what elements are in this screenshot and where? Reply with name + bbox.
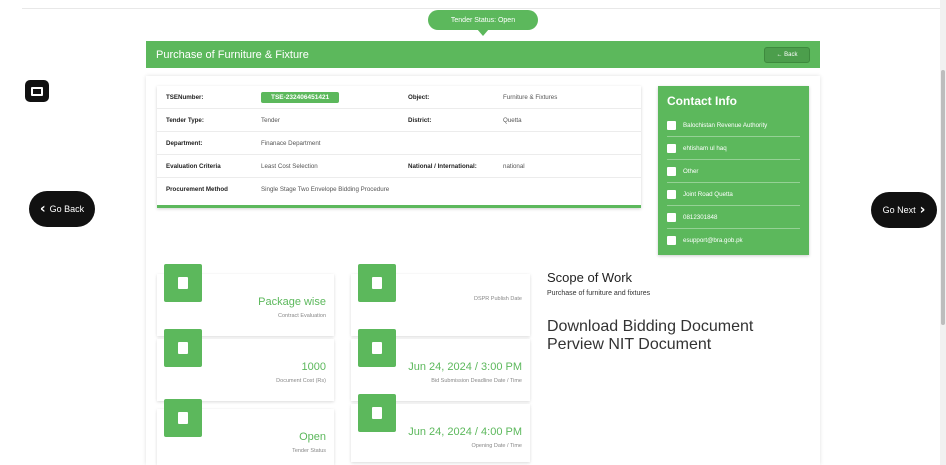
procurement-method-value: Single Stage Two Envelope Bidding Proced…	[261, 186, 390, 193]
preview-nit-document-link[interactable]: Perview NIT Document	[547, 336, 810, 354]
bid-deadline-value: Jun 24, 2024 / 3:00 PM	[408, 361, 522, 373]
dspr-publish-label: DSPR Publish Date	[474, 296, 522, 302]
person-icon	[667, 143, 676, 153]
national-international-label: National / International:	[408, 162, 477, 170]
chevron-right-icon: ›	[919, 202, 926, 218]
tse-number-cell: TSE-232406451421	[253, 91, 399, 103]
contact-email[interactable]: esupport@bra.gob.pk	[683, 237, 743, 244]
calculator-icon[interactable]	[25, 80, 49, 102]
bid-deadline-card: Jun 24, 2024 / 3:00 PM Bid Submission De…	[351, 329, 530, 401]
national-international-value: national	[503, 162, 525, 170]
table-row: Tender Type: Tender District: Quetta	[157, 109, 641, 132]
scope-title: Scope of Work	[547, 270, 633, 285]
opening-date-card: Jun 24, 2024 / 4:00 PM Opening Date / Ti…	[351, 394, 530, 462]
tender-status-value: Open	[299, 431, 326, 443]
preview-nit-document-label: Perview NIT Document	[547, 336, 712, 353]
go-back-button[interactable]: ‹ Go Back	[29, 191, 95, 227]
page-title: Purchase of Furniture & Fixture	[156, 48, 309, 61]
contact-phone: 0812301848	[683, 213, 718, 221]
document-links: Download Bidding Document Perview NIT Do…	[547, 318, 810, 354]
evaluation-criteria-value: Least Cost Selection	[261, 162, 318, 170]
calendar-icon	[358, 329, 396, 367]
district-label: District:	[408, 116, 432, 124]
table-row: Procurement Method Single Stage Two Enve…	[157, 178, 641, 201]
scope-of-work: Scope of Work Purchase of furniture and …	[547, 270, 810, 297]
contact-info-card: Contact Info Balochistan Revenue Authori…	[658, 86, 809, 255]
clipboard-icon	[164, 399, 202, 437]
opening-date-label: Opening Date / Time	[471, 443, 522, 449]
contact-info-title: Contact Info	[667, 94, 737, 108]
department-label: Department:	[166, 139, 203, 147]
contact-designation: Other	[683, 167, 699, 175]
money-icon	[164, 329, 202, 367]
chevron-left-icon: ‹	[39, 201, 46, 217]
contact-address: Joint Road Quetta	[683, 190, 733, 198]
contact-item: 0812301848	[667, 206, 800, 229]
document-cost-card: 1000 Document Cost (Rs)	[157, 329, 334, 401]
object-label: Object:	[408, 93, 430, 101]
table-row: Evaluation Criteria Least Cost Selection…	[157, 155, 641, 178]
contact-item: Joint Road Quetta	[667, 183, 800, 206]
download-bidding-document-label: Download Bidding Document	[547, 318, 754, 335]
contract-evaluation-card: Package wise Contract Evaluation	[157, 264, 334, 336]
contract-evaluation-value: Package wise	[258, 296, 326, 308]
evaluation-criteria-label: Evaluation Criteria	[166, 162, 221, 170]
contact-item: Balochistan Revenue Authority	[667, 114, 800, 137]
contact-organization: Balochistan Revenue Authority	[683, 121, 768, 129]
tender-status-pill: Tender Status: Open	[428, 10, 538, 36]
tender-type-label: Tender Type:	[166, 116, 204, 124]
procurement-method-label: Procurement Method	[166, 186, 228, 193]
document-cost-label: Document Cost (Rs)	[276, 378, 326, 384]
go-back-label: Go Back	[49, 204, 85, 214]
tse-number-label: TSENumber:	[166, 93, 204, 101]
tender-details-table: TSENumber: TSE-232406451421 Object: Furn…	[157, 86, 641, 208]
scrollbar-thumb[interactable]	[941, 70, 945, 325]
table-row: Department: Finanace Department	[157, 132, 641, 155]
contract-evaluation-label: Contract Evaluation	[278, 313, 326, 319]
go-next-label: Go Next	[882, 205, 916, 215]
home-icon	[667, 189, 676, 199]
scope-description: Purchase of furniture and fixtures	[547, 290, 651, 297]
object-value: Furniture & Fixtures	[503, 93, 558, 101]
calendar-icon	[358, 264, 396, 302]
document-cost-value: 1000	[301, 361, 326, 373]
opening-date-value: Jun 24, 2024 / 4:00 PM	[408, 426, 522, 438]
top-divider	[22, 8, 942, 9]
back-button[interactable]: ← Back	[764, 46, 810, 63]
user-card-icon	[667, 166, 676, 176]
calendar-check-icon	[358, 394, 396, 432]
tender-type-value: Tender	[261, 116, 280, 124]
tse-number-badge: TSE-232406451421	[261, 91, 340, 103]
page-header: Purchase of Furniture & Fixture ← Back	[146, 41, 820, 68]
contact-item: ehtisham ul haq	[667, 137, 800, 160]
table-row: TSENumber: TSE-232406451421 Object: Furn…	[157, 86, 641, 109]
contact-item: Other	[667, 160, 800, 183]
tender-status-card: Open Tender Status	[157, 399, 334, 465]
scrollbar[interactable]	[940, 0, 946, 465]
district-value: Quetta	[503, 116, 522, 124]
bid-deadline-label: Bid Submission Deadline Date / Time	[431, 378, 522, 384]
download-bidding-document-link[interactable]: Download Bidding Document	[547, 318, 810, 336]
envelope-icon	[667, 236, 676, 245]
contact-item[interactable]: esupport@bra.gob.pk	[667, 229, 800, 252]
dspr-publish-card: DSPR Publish Date	[351, 264, 530, 336]
building-icon	[667, 120, 676, 130]
contact-person: ehtisham ul haq	[683, 144, 727, 152]
phone-icon	[667, 212, 676, 222]
go-next-button[interactable]: Go Next ›	[871, 192, 937, 228]
department-value: Finanace Department	[261, 139, 321, 147]
tender-status-label: Tender Status	[292, 448, 326, 454]
file-icon	[164, 264, 202, 302]
